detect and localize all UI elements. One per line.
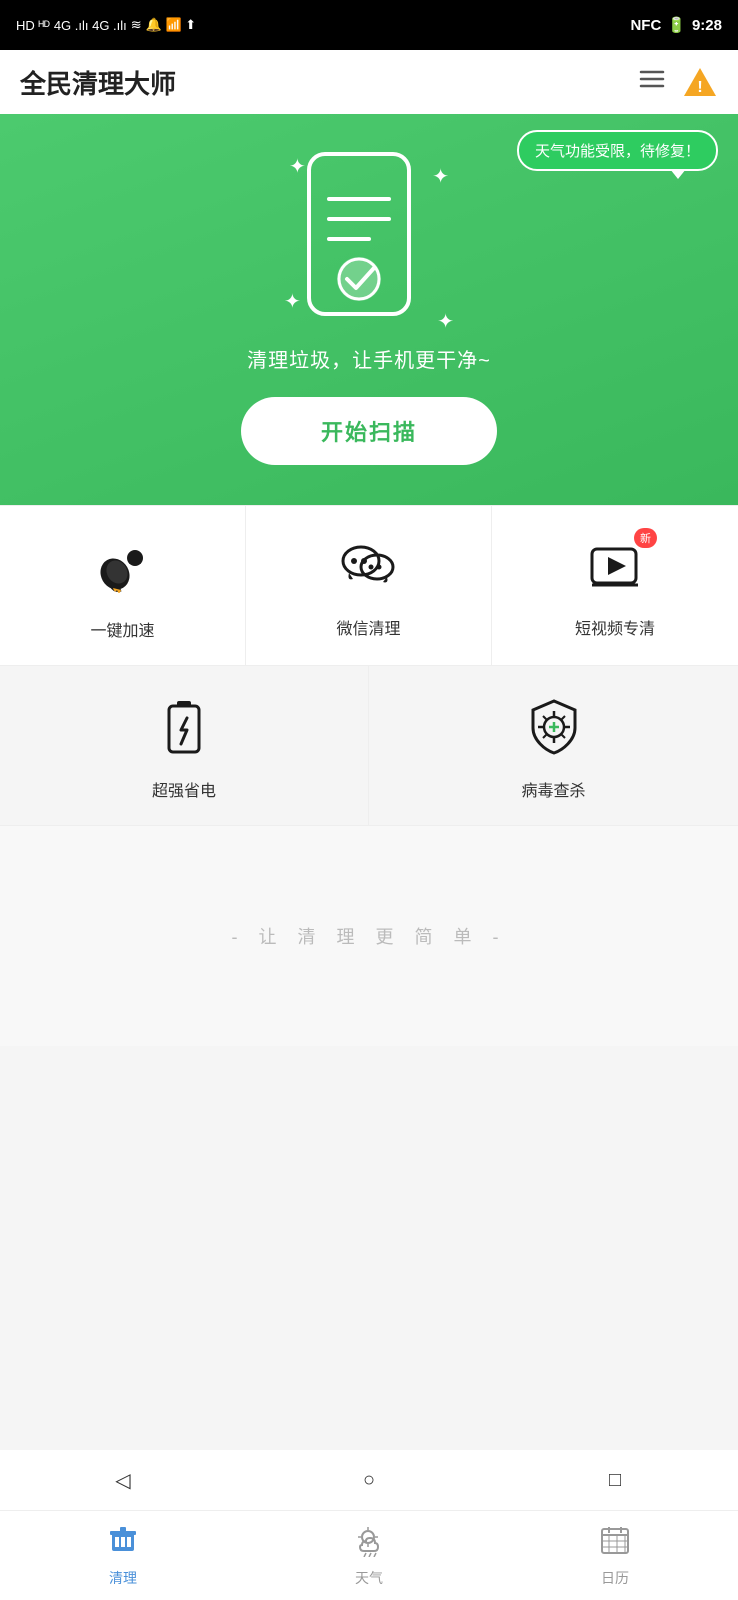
shortvideo-label: 短视频专清	[575, 615, 655, 639]
weather-nav-label: 天气	[355, 1568, 383, 1588]
system-nav-bar: ◁ ○ □	[0, 1450, 738, 1510]
menu-icon[interactable]	[638, 65, 666, 100]
nfc-icon: NFC	[630, 17, 661, 34]
signal-icons: 4G .ılı 4G .ılı	[54, 18, 127, 33]
wifi-icon: ≋	[131, 17, 142, 33]
antivirus-label: 病毒查杀	[521, 777, 585, 801]
app-title: 全民清理大师	[20, 64, 176, 101]
app-header: 全民清理大师 !	[0, 50, 738, 114]
antivirus-icon	[525, 696, 583, 765]
extra-icons: 🔔 📶 ⬆	[146, 17, 197, 33]
sparkle-2: ✦	[432, 164, 449, 189]
time-display: 9:28	[692, 17, 722, 34]
network-icons: HD ᴴᴰ	[16, 18, 50, 33]
speed-icon	[93, 536, 153, 605]
nav-item-weather[interactable]: 天气	[246, 1511, 492, 1600]
bottom-navigation: 清理 天气	[0, 1510, 738, 1600]
weather-nav-icon	[352, 1523, 386, 1564]
calendar-nav-label: 日历	[601, 1568, 629, 1588]
hero-section: 天气功能受限，待修复！ ✦ ✦ ✦ ✦ 清理垃圾，让手机更干净~ 开始扫描	[0, 114, 738, 505]
content-area	[0, 1046, 738, 1326]
wechat-label: 微信清理	[336, 615, 400, 639]
slogan-section: - 让 清 理 更 简 单 -	[0, 826, 738, 1046]
battery-icon: 🔋	[667, 16, 686, 34]
home-button[interactable]: ○	[344, 1455, 394, 1505]
status-left: HD ᴴᴰ 4G .ılı 4G .ılı ≋ 🔔 📶 ⬆	[16, 17, 196, 33]
battery-icon-feature	[159, 696, 209, 765]
feature-item-wechat[interactable]: 微信清理	[246, 506, 492, 666]
hero-subtitle: 清理垃圾，让手机更干净~	[247, 344, 491, 373]
feature-grid-row2: 超强省电 病毒查杀	[0, 666, 738, 826]
new-badge: 新	[634, 528, 657, 548]
feature-item-antivirus[interactable]: 病毒查杀	[369, 666, 738, 826]
phone-illustration: ✦ ✦ ✦ ✦	[279, 144, 459, 344]
feature-item-speed[interactable]: 一键加速	[0, 506, 246, 666]
status-right: NFC 🔋 9:28	[630, 16, 722, 34]
warning-icon[interactable]: !	[682, 64, 718, 100]
battery-label: 超强省电	[152, 777, 216, 801]
calendar-nav-icon	[598, 1523, 632, 1564]
sparkle-3: ✦	[284, 289, 301, 314]
weather-tooltip: 天气功能受限，待修复！	[517, 130, 718, 171]
recent-button[interactable]: □	[590, 1455, 640, 1505]
shortvideo-icon	[584, 539, 646, 603]
scan-button[interactable]: 开始扫描	[241, 397, 497, 465]
header-actions: !	[638, 64, 718, 100]
feature-item-shortvideo[interactable]: 新 短视频专清	[492, 506, 738, 666]
feature-grid-row1: 一键加速 微信清理 新 短视频专清	[0, 505, 738, 666]
nav-item-calendar[interactable]: 日历	[492, 1511, 738, 1600]
speed-label: 一键加速	[90, 617, 154, 641]
wechat-icon	[339, 539, 399, 603]
slogan-text: - 让 清 理 更 简 单 -	[232, 923, 507, 949]
sparkle-4: ✦	[437, 309, 454, 334]
clean-nav-icon	[106, 1523, 140, 1564]
feature-item-battery[interactable]: 超强省电	[0, 666, 369, 826]
svg-text:!: !	[697, 79, 702, 96]
nav-item-clean[interactable]: 清理	[0, 1511, 246, 1600]
sparkle-1: ✦	[289, 154, 306, 179]
status-bar: HD ᴴᴰ 4G .ılı 4G .ılı ≋ 🔔 📶 ⬆ NFC 🔋 9:28	[0, 0, 738, 50]
back-button[interactable]: ◁	[98, 1455, 148, 1505]
clean-nav-label: 清理	[109, 1568, 137, 1588]
